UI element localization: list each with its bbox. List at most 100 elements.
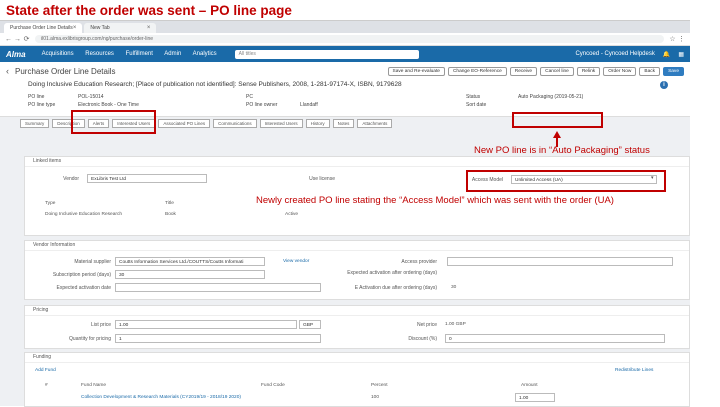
net-price-value: 1.00 GBP (445, 322, 466, 327)
subscription-period-field[interactable]: 30 (115, 270, 265, 279)
close-icon[interactable]: × (73, 23, 77, 33)
relink-button[interactable]: Relink (576, 66, 601, 76)
star-icon[interactable]: ☆ (668, 35, 677, 43)
col-amount-header: Amount (521, 383, 538, 388)
access-model-highlight-box (466, 170, 666, 192)
sort-date-label: Sort date (466, 102, 487, 108)
alma-header-right: Cyncoed - Cyncoed Helpdesk 🔔 ▦ (575, 51, 684, 58)
linked-item-status: Active (285, 212, 299, 217)
access-model-annotation: Newly created PO line stating the “Acces… (256, 195, 614, 206)
status-arrow-head (553, 131, 561, 138)
tab-communications[interactable]: Communications (213, 119, 257, 128)
quantity-field[interactable]: 1 (115, 334, 321, 343)
browser-tab-label: New Tab (90, 25, 110, 31)
status-annotation: New PO line is in “Auto Packaging” statu… (474, 145, 650, 156)
access-provider-label: Access provider (401, 259, 437, 265)
status-value: Auto Packaging (2019-05-21) (518, 94, 584, 100)
linked-item-title[interactable]: Doing Inclusive Education Research (45, 212, 122, 217)
slide-title: State after the order was sent – PO line… (6, 3, 292, 18)
col-fund-code-header: Fund Code (261, 383, 285, 388)
redistribute-lines-link[interactable]: Redistribute Lines (615, 368, 653, 373)
tab-notes[interactable]: Notes (332, 119, 355, 128)
po-line-label: PO line (28, 94, 45, 100)
pc-label: PC (246, 94, 253, 100)
browser-tabbar: Purchase Order Line Details × New Tab × (0, 21, 690, 33)
tab-attachments[interactable]: Attachments (357, 119, 393, 128)
e-activation-value: 30 (451, 285, 457, 290)
subscription-period-label: Subscription period (days) (52, 272, 111, 278)
back-arrow-icon[interactable]: ← (4, 36, 13, 43)
po-line-highlight-box (71, 110, 156, 134)
browser-tab-label: Purchase Order Line Details (10, 25, 73, 31)
forward-arrow-icon[interactable]: → (13, 36, 22, 43)
user-menu[interactable]: Cyncoed - Cyncoed Helpdesk (575, 51, 654, 58)
change-eo-button[interactable]: Change EO-Reference (447, 66, 507, 76)
po-line-owner-label: PO line owner (246, 102, 278, 108)
save-reevaluate-button[interactable]: Save and Re-evaluate (387, 66, 445, 76)
funding-section: Funding Add Fund Redistribute Lines # Fu… (24, 352, 690, 407)
vendor-field[interactable]: ExLibris Test Ltd (87, 174, 207, 183)
grid-icon[interactable]: ▦ (678, 51, 684, 58)
list-price-field[interactable]: 1.00 (115, 320, 297, 329)
cancel-line-button[interactable]: Cancel line (540, 66, 574, 76)
vendor-label: Vendor (63, 176, 79, 182)
col-percent-header: Percent (371, 383, 388, 388)
view-vendor-link[interactable]: View vendor (283, 259, 309, 264)
col-hash-header: # (45, 383, 48, 388)
browser-tab[interactable]: New Tab × (84, 23, 157, 33)
use-license-label: Use license (309, 176, 335, 182)
bell-icon[interactable]: 🔔 (663, 51, 670, 58)
title-line: Doing Inclusive Education Research; [Pla… (28, 81, 402, 88)
nav-analytics[interactable]: Analytics (193, 51, 217, 57)
access-provider-field[interactable] (447, 257, 673, 266)
nav-resources[interactable]: Resources (85, 51, 114, 57)
section-header: Vendor Information (25, 241, 689, 251)
url-field[interactable]: il01.alma.exlibrisgroup.com/ng/purchase/… (35, 35, 664, 43)
e-activation-label: E Activation due after ordering (days) (354, 285, 437, 291)
quantity-label: Quantity for pricing (69, 336, 111, 342)
status-highlight-box (512, 112, 603, 128)
order-now-button[interactable]: Order Now (603, 66, 637, 76)
material-supplier-field[interactable]: Coutts Information Services Ltd./COUTTS/… (115, 257, 265, 266)
list-price-label: List price (90, 322, 111, 328)
fund-amount-field[interactable]: 1.00 (515, 393, 555, 402)
currency-select[interactable]: GBP (299, 320, 321, 329)
nav-acquisitions[interactable]: Acquisitions (42, 51, 74, 57)
section-header: Linked items (25, 157, 689, 167)
info-icon[interactable]: i (660, 81, 668, 89)
status-label: Status (466, 94, 481, 100)
activation-date-label: Expected activation date (56, 285, 111, 291)
tab-history[interactable]: History (305, 119, 330, 128)
back-button[interactable]: Back (639, 66, 661, 76)
material-supplier-label: Material supplier (74, 259, 111, 265)
net-price-label: Net price (416, 322, 437, 328)
nav-fulfillment[interactable]: Fulfillment (126, 51, 153, 57)
po-line-type-value: Electronic Book - One Time (78, 102, 139, 108)
nav-admin[interactable]: Admin (164, 51, 181, 57)
alma-nav: Acquisitions Resources Fulfillment Admin… (42, 51, 227, 57)
section-header: Funding (25, 353, 689, 363)
po-line-type-label: PO line type (28, 102, 56, 108)
page-title: Purchase Order Line Details (15, 66, 116, 76)
activation-date-field[interactable] (115, 283, 321, 292)
discount-field[interactable]: 0 (445, 334, 665, 343)
col-type-header: Type (45, 201, 56, 206)
browser-tab-active[interactable]: Purchase Order Line Details × (4, 23, 83, 33)
receive-button[interactable]: Receive (509, 66, 538, 76)
search-input[interactable]: All titles (234, 49, 419, 59)
tab-summary[interactable]: Summary (20, 119, 50, 128)
vendor-info-section: Vendor Information Material supplier Cou… (24, 240, 690, 300)
tab-interested-users-2[interactable]: Interested Users (259, 119, 303, 128)
close-icon[interactable]: × (147, 23, 151, 33)
tab-associated-po-lines[interactable]: Associated PO Lines (158, 119, 211, 128)
save-button[interactable]: Save (663, 66, 684, 76)
page-actions: Save and Re-evaluate Change EO-Reference… (387, 66, 684, 76)
alma-logo[interactable]: Alma (6, 50, 26, 59)
fund-name-link[interactable]: Collection Development & Research Materi… (81, 395, 241, 400)
back-chevron-icon[interactable]: ‹ (6, 66, 9, 76)
fund-percent: 100 (371, 395, 380, 400)
add-fund-button[interactable]: Add Fund (35, 368, 56, 373)
menu-dots-icon[interactable]: ⋮ (677, 35, 686, 43)
po-line-value: POL-15014 (78, 94, 104, 100)
reload-icon[interactable]: ⟳ (22, 35, 31, 43)
